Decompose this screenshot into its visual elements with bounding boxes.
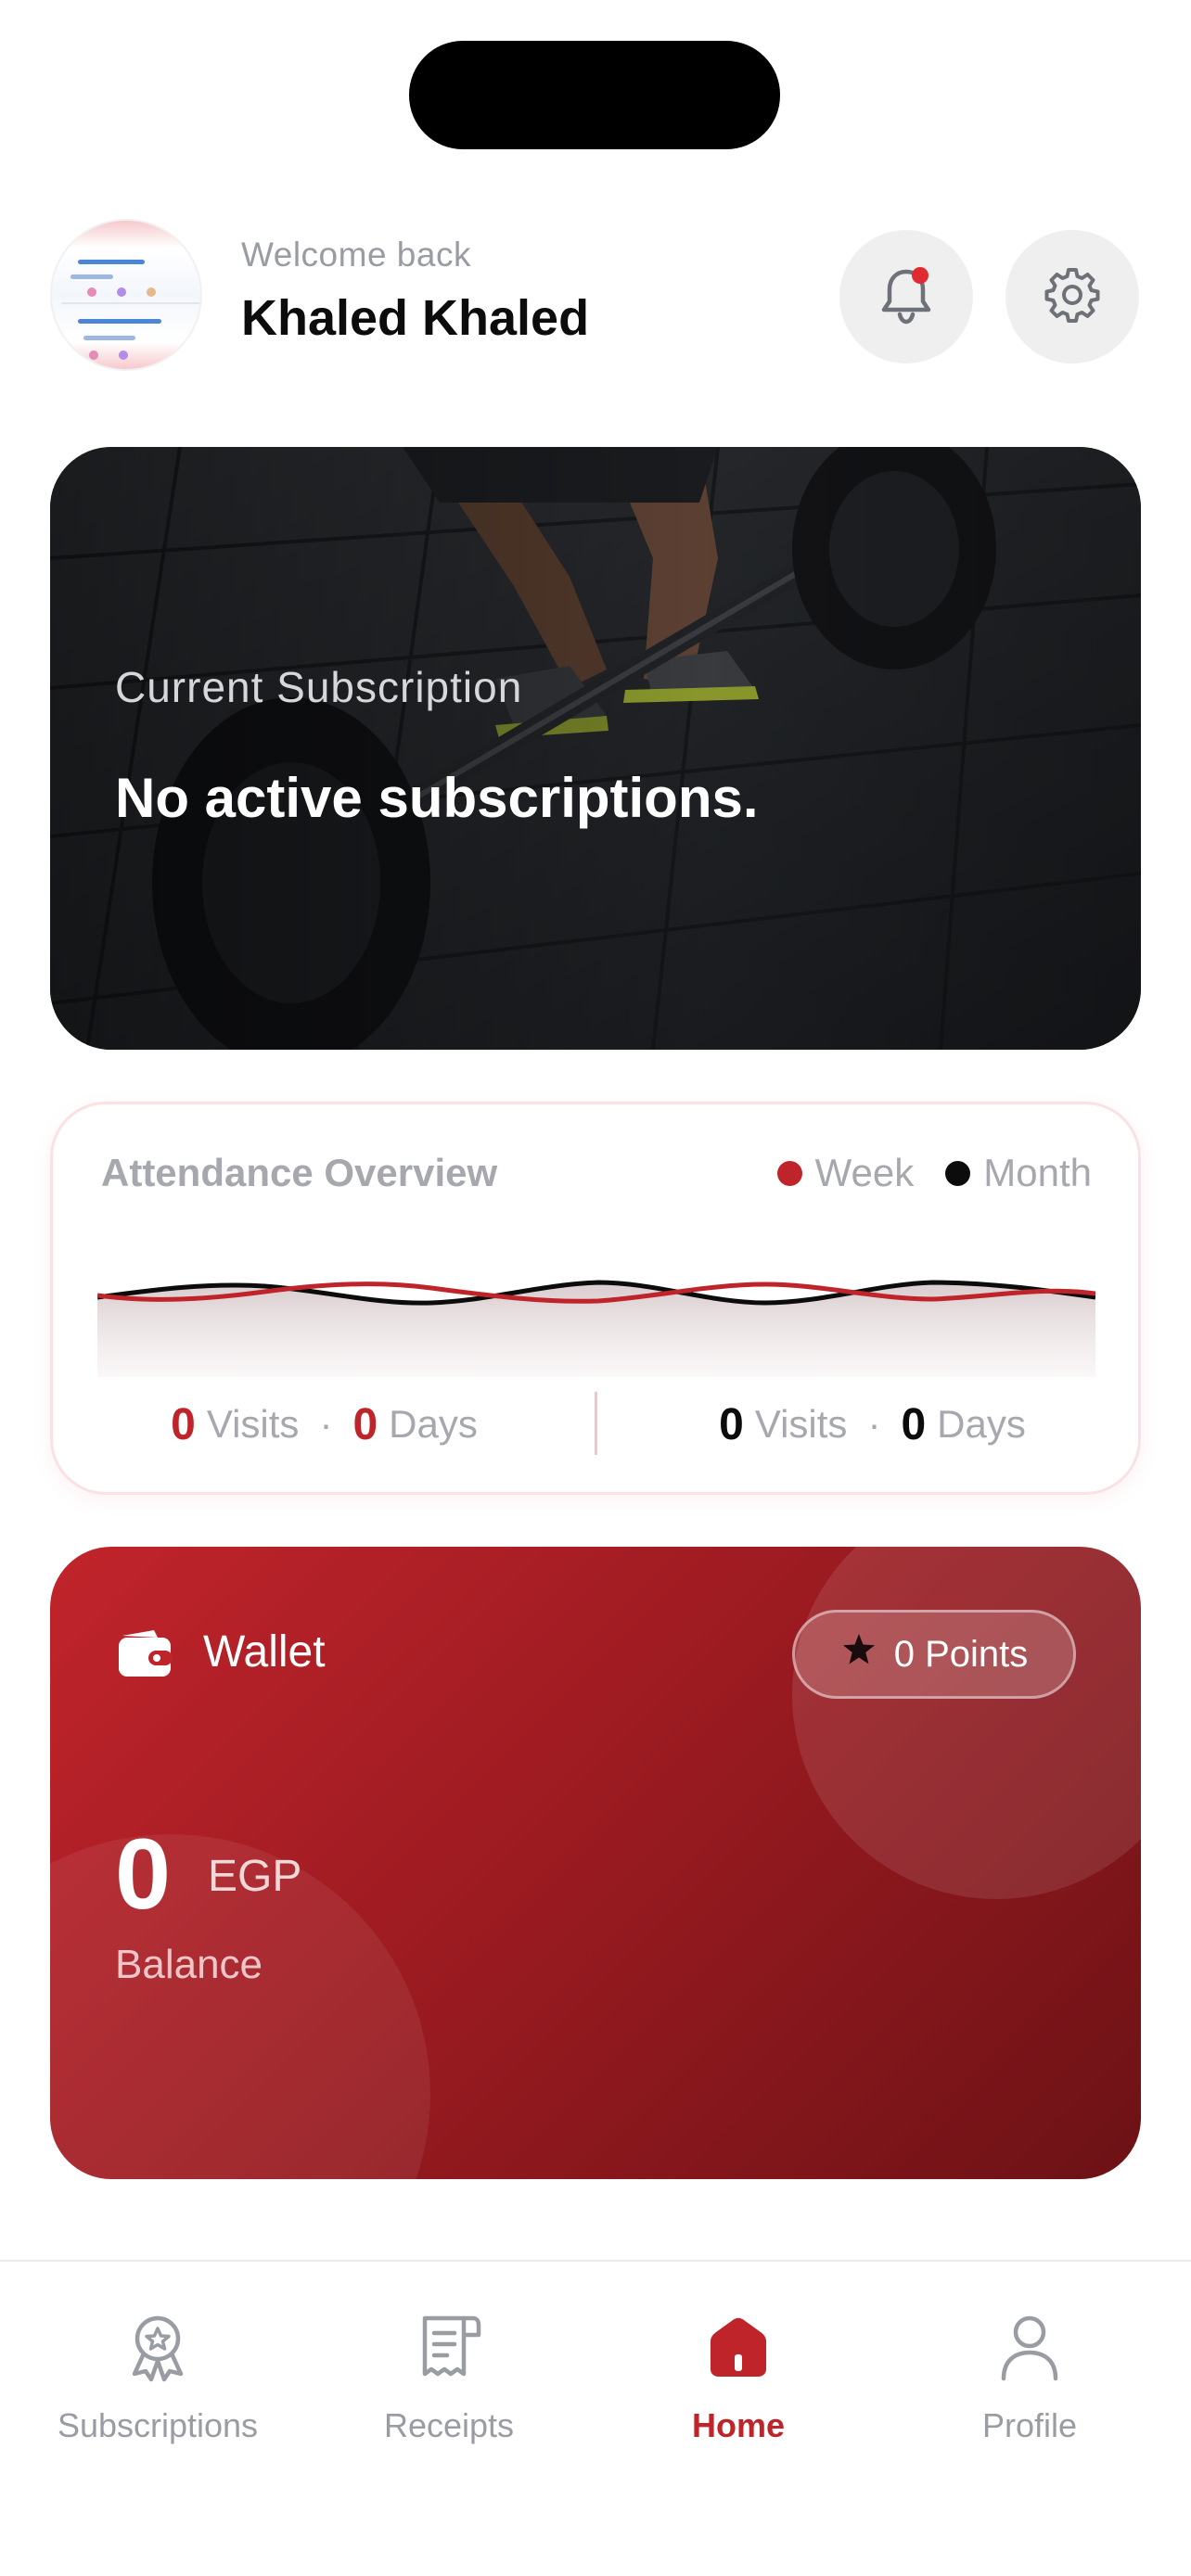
receipt-icon xyxy=(416,2313,482,2388)
points-label: 0 Points xyxy=(893,1633,1029,1675)
attendance-overview-card[interactable]: Attendance Overview Week Month 0 Visits … xyxy=(50,1102,1141,1495)
subscription-label: Current Subscription xyxy=(115,663,523,711)
user-name: Khaled Khaled xyxy=(241,290,590,346)
month-stats: 0 Visits · 0 Days xyxy=(601,1383,1144,1466)
welcome-text: Welcome back xyxy=(241,236,471,274)
balance-currency: EGP xyxy=(208,1852,302,1901)
month-visits-label: Visits xyxy=(754,1402,848,1446)
month-days-label: Days xyxy=(937,1402,1026,1446)
week-visits-count: 0 xyxy=(171,1399,196,1449)
dynamic-island xyxy=(409,41,780,149)
legend-month[interactable]: Month xyxy=(945,1151,1092,1195)
bell-icon xyxy=(877,264,935,330)
month-days-count: 0 xyxy=(901,1399,927,1449)
home-icon xyxy=(705,2315,772,2385)
nav-item-receipts[interactable]: Receipts xyxy=(319,2308,579,2445)
attendance-stats: 0 Visits · 0 Days 0 Visits · 0 Days xyxy=(53,1383,1138,1466)
nav-label-subscriptions: Subscriptions xyxy=(57,2406,259,2444)
legend-week[interactable]: Week xyxy=(776,1151,915,1195)
wallet-card[interactable]: Wallet 0 Points 0 EGP Balance xyxy=(50,1547,1141,2179)
legend-month-label: Month xyxy=(983,1151,1092,1194)
bottom-nav: Subscriptions Receipts Home Profile xyxy=(0,2260,1191,2576)
week-visits-label: Visits xyxy=(206,1402,300,1446)
wallet-title: Wallet xyxy=(203,1627,326,1677)
week-swatch xyxy=(776,1160,802,1186)
month-swatch xyxy=(945,1160,971,1186)
subscription-card[interactable]: Current Subscription No active subscript… xyxy=(50,447,1141,1050)
nav-item-home[interactable]: Home xyxy=(608,2308,868,2445)
settings-button[interactable] xyxy=(1005,230,1139,363)
notifications-button[interactable] xyxy=(839,230,973,363)
attendance-title: Attendance Overview xyxy=(101,1151,498,1194)
nav-label-home: Home xyxy=(691,2406,786,2444)
star-icon xyxy=(840,1631,894,1677)
gear-icon xyxy=(1042,264,1103,330)
week-stats: 0 Visits · 0 Days xyxy=(53,1383,596,1466)
month-separator: · xyxy=(867,1402,881,1446)
week-separator: · xyxy=(319,1402,333,1446)
user-icon xyxy=(999,2314,1060,2387)
avatar[interactable] xyxy=(50,219,202,371)
wallet-icon xyxy=(117,1626,173,1683)
home-header: Welcome back Khaled Khaled xyxy=(50,215,1141,375)
month-visits-count: 0 xyxy=(719,1399,744,1449)
attendance-legend: Week Month xyxy=(746,1151,1092,1195)
subscription-status: No active subscriptions. xyxy=(115,767,759,829)
week-days-label: Days xyxy=(389,1402,478,1446)
points-badge[interactable]: 0 Points xyxy=(792,1610,1076,1699)
nav-label-receipts: Receipts xyxy=(383,2406,515,2444)
stats-divider xyxy=(595,1392,597,1455)
nav-label-profile: Profile xyxy=(981,2406,1078,2444)
legend-week-label: Week xyxy=(814,1151,915,1194)
balance-amount: 0 xyxy=(115,1817,172,1930)
nav-item-profile[interactable]: Profile xyxy=(900,2308,1159,2445)
decor-circle xyxy=(792,1547,1141,1899)
attendance-wave-chart xyxy=(97,1280,1095,1377)
nav-item-subscriptions[interactable]: Subscriptions xyxy=(28,2308,288,2445)
balance-label: Balance xyxy=(115,1942,263,1987)
notification-badge xyxy=(912,266,928,284)
award-icon xyxy=(123,2313,192,2388)
week-days-count: 0 xyxy=(352,1399,378,1449)
